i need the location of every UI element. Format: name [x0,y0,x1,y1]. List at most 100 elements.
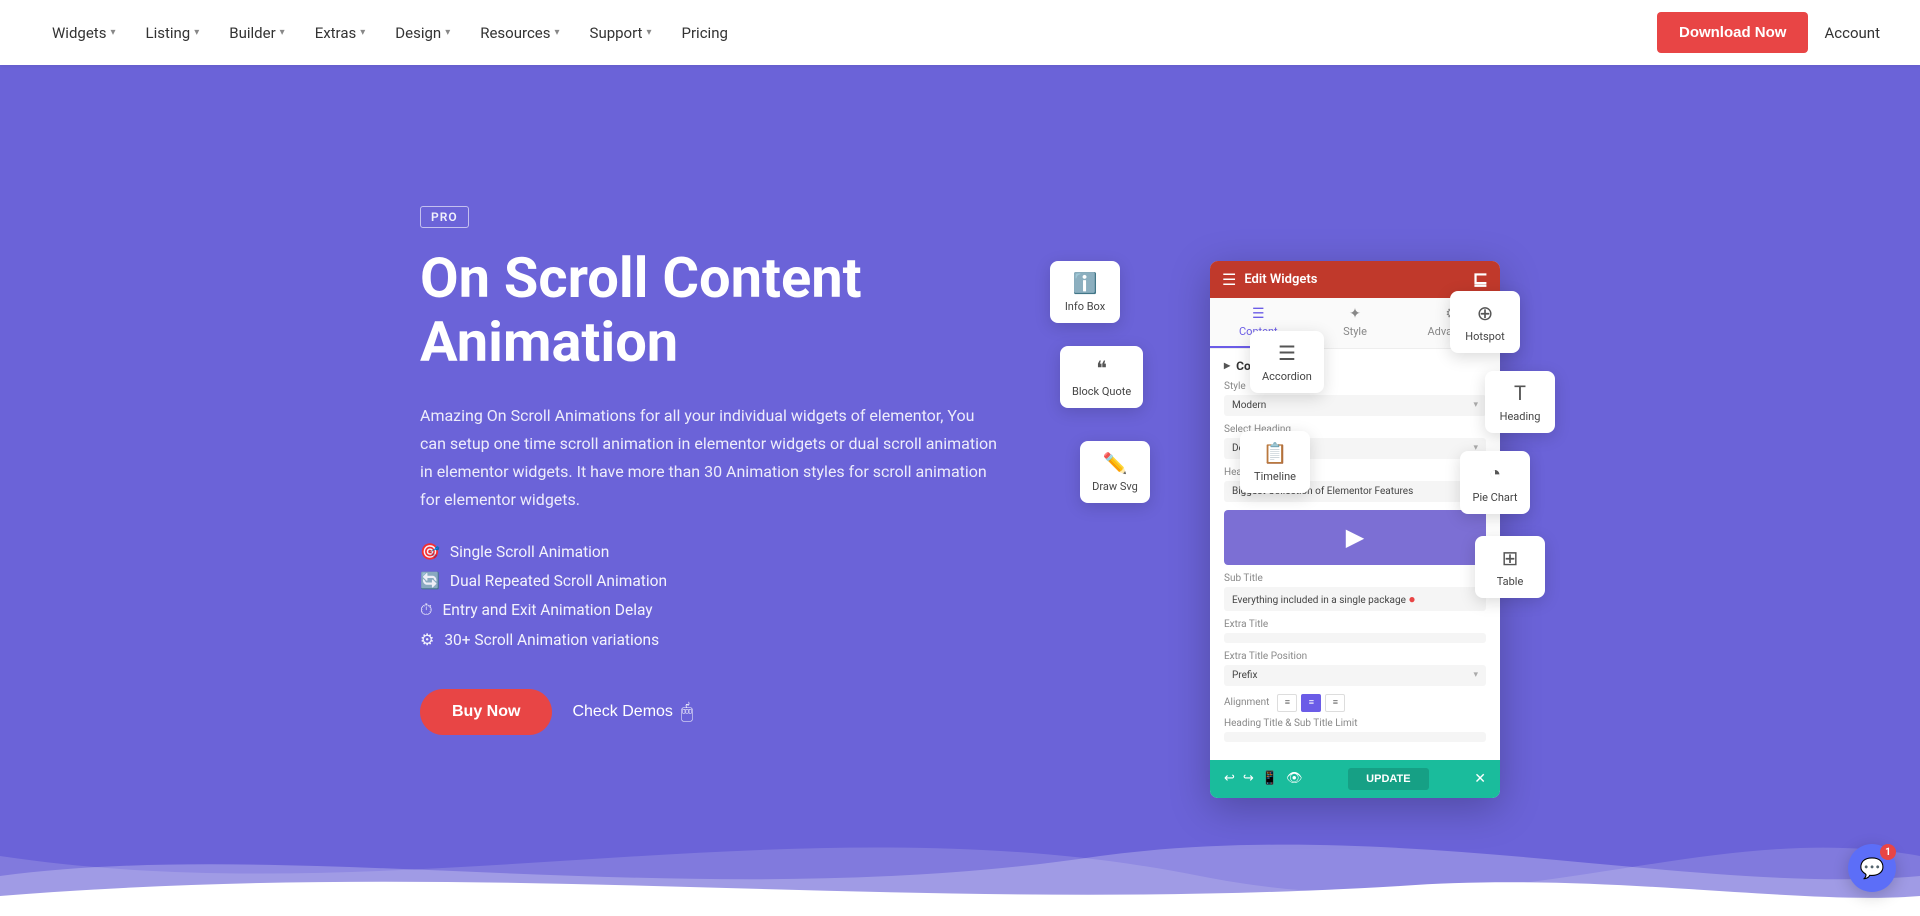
chevron-down-icon: ▾ [1473,400,1478,410]
sub-title-input[interactable]: Everything included in a single package … [1224,587,1486,611]
close-icon[interactable]: ✕ [1474,771,1486,787]
draw-svg-icon: ✏️ [1103,451,1128,475]
sub-title-field: Sub Title Everything included in a singl… [1224,573,1486,611]
check-demos-button[interactable]: Check Demos 🖱 [572,701,692,724]
nav-label-design: Design [395,24,441,42]
chat-bubble[interactable]: 💬 1 [1848,844,1896,892]
extra-title-label: Extra Title [1224,619,1486,630]
block-quote-icon: ❝ [1096,356,1107,380]
info-box-icon: ℹ️ [1073,271,1098,295]
style-value[interactable]: Modern ▾ [1224,395,1486,416]
widget-chip-info-box: ℹ️ Info Box [1050,261,1120,323]
chevron-down-icon: ▾ [646,27,651,38]
clock-icon: ⏱ [420,600,432,620]
nav-item-pricing[interactable]: Pricing [670,16,740,50]
play-icon: ▶ [1346,523,1364,551]
chevron-down-icon: ▾ [445,27,450,38]
hero-wave [0,796,1920,916]
heading-title-sub-limit-field: Heading Title & Sub Title Limit [1224,718,1486,742]
widget-chip-draw-svg: ✏️ Draw Svg [1080,441,1150,503]
widget-chip-table: ⊞ Table [1475,536,1545,598]
chevron-down-icon: ▾ [360,27,365,38]
list-item: ⚙ 30+ Scroll Animation variations [420,630,1050,649]
widget-chip-label: Info Box [1065,300,1105,313]
widget-chip-hotspot: ⊕ Hotspot [1450,291,1520,353]
widget-chip-label: Accordion [1262,370,1312,383]
account-link[interactable]: Account [1824,24,1880,42]
nav-item-widgets[interactable]: Widgets ▾ [40,16,127,50]
hero-left: PRO On Scroll Content Animation Amazing … [420,206,1050,736]
extra-title-input[interactable] [1224,633,1486,643]
undo-icon[interactable]: ↩ [1224,771,1235,786]
panel-update-bar: ↩ ↪ 📱 👁 UPDATE ✕ [1210,760,1500,798]
list-item: 🔄 Dual Repeated Scroll Animation [420,571,1050,590]
buy-now-button[interactable]: Buy Now [420,689,552,735]
list-item: 🎯 Single Scroll Animation [420,542,1050,561]
widget-chip-label: Table [1497,575,1524,588]
chevron-down-icon: ▾ [194,27,199,38]
gear-icon: ⚙ [420,630,434,649]
style-tab-icon: ✦ [1349,306,1361,322]
extra-title-position-label: Extra Title Position [1224,651,1486,662]
widget-chip-pie-chart: ◔ Pie Chart [1460,451,1530,514]
nav-actions: Download Now Account [1657,12,1880,53]
demos-label: Check Demos [572,703,672,721]
nav-label-pricing: Pricing [682,24,728,42]
download-now-button[interactable]: Download Now [1657,12,1809,53]
nav-item-builder[interactable]: Builder ▾ [217,16,296,50]
hero-content: PRO On Scroll Content Animation Amazing … [360,206,1560,736]
arrow-icon: 🎯 [420,542,440,561]
preview-icon[interactable]: 👁 [1286,771,1303,786]
nav-item-resources[interactable]: Resources ▾ [468,16,571,50]
heading-title-sub-limit-input[interactable] [1224,732,1486,742]
align-left-button[interactable]: ≡ [1277,694,1297,712]
nav-label-builder: Builder [229,24,275,42]
chat-icon: 💬 [1860,856,1885,880]
widget-chip-heading: T Heading [1485,371,1555,433]
chevron-down-icon: ▾ [280,27,285,38]
style-tab-label: Style [1343,325,1367,338]
widget-chip-label: Timeline [1254,470,1296,483]
redo-icon[interactable]: ↪ [1243,771,1254,786]
widget-chip-label: Pie Chart [1473,491,1518,504]
sub-title-label: Sub Title [1224,573,1486,584]
hamburger-icon[interactable]: ☰ [1222,270,1236,289]
elementor-logo: ⊑ [1473,269,1488,290]
content-tab-icon: ☰ [1252,306,1265,322]
chat-badge: 1 [1880,844,1896,860]
nav-item-support[interactable]: Support ▾ [578,16,664,50]
extra-title-position-value[interactable]: Prefix ▾ [1224,665,1486,686]
nav-item-design[interactable]: Design ▾ [383,16,462,50]
nav-label-extras: Extras [315,24,357,42]
update-button[interactable]: UPDATE [1348,768,1428,790]
heading-icon: T [1514,381,1526,405]
widget-chip-label: Hotspot [1465,330,1504,343]
align-right-button[interactable]: ≡ [1325,694,1345,712]
hero-description: Amazing On Scroll Animations for all you… [420,402,1000,514]
widget-chip-timeline: 📋 Timeline [1240,431,1310,493]
nav-label-widgets: Widgets [52,24,106,42]
list-item: ⏱ Entry and Exit Animation Delay [420,600,1050,620]
heading-title-sub-limit-label: Heading Title & Sub Title Limit [1224,718,1486,729]
alignment-options: ≡ ≡ ≡ [1277,694,1345,712]
nav-item-extras[interactable]: Extras ▾ [303,16,378,50]
navbar: Widgets ▾ Listing ▾ Builder ▾ Extras ▾ D… [0,0,1920,65]
nav-menu: Widgets ▾ Listing ▾ Builder ▾ Extras ▾ D… [40,16,740,50]
nav-item-listing[interactable]: Listing ▾ [133,16,211,50]
panel-title: Edit Widgets [1244,272,1317,287]
align-center-button[interactable]: ≡ [1301,694,1321,712]
video-thumbnail[interactable]: ▶ [1224,510,1486,565]
pro-badge: PRO [420,206,469,228]
pie-chart-icon: ◔ [1489,461,1501,486]
panel-topbar-left: ☰ Edit Widgets [1222,270,1317,289]
hotspot-icon: ⊕ [1477,301,1494,325]
panel-body: Content Style Modern ▾ Select Heading De… [1210,349,1500,760]
hero-right: ℹ️ Info Box ❝ Block Quote ✏️ Draw Svg 📋 … [1050,241,1500,701]
timeline-icon: 📋 [1263,441,1288,465]
widget-chip-block-quote: ❝ Block Quote [1060,346,1143,408]
responsive-icon[interactable]: 📱 [1262,771,1278,786]
chevron-down-icon: ▾ [1473,670,1478,680]
accordion-icon: ☰ [1278,341,1296,365]
hero-buttons: Buy Now Check Demos 🖱 [420,689,1050,735]
chevron-down-icon: ▾ [110,27,115,38]
